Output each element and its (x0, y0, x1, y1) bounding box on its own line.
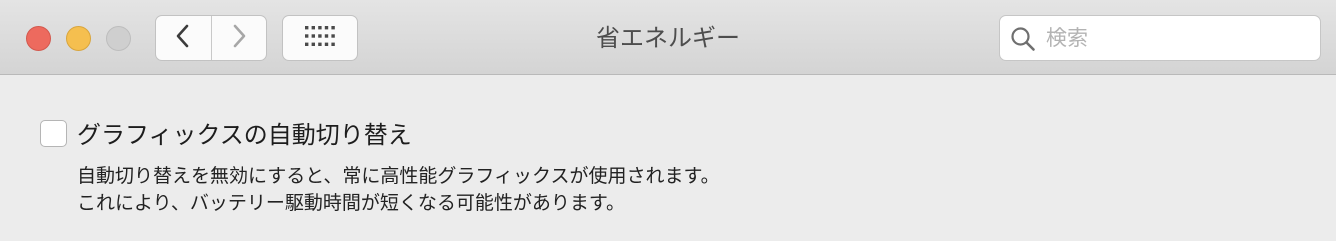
forward-button[interactable] (210, 16, 267, 60)
auto-graphics-switching-description-line1: 自動切り替えを無効にすると、常に高性能グラフィックスが使用されます。 (77, 165, 720, 187)
auto-graphics-switching-description-line2: これにより、バッテリー駆動時間が短くなる可能性があります。 (77, 192, 625, 214)
navigation-buttons (155, 15, 267, 61)
chevron-left-icon (176, 24, 190, 52)
grid-icon (305, 26, 335, 50)
zoom-button (106, 26, 131, 51)
show-all-button[interactable] (282, 15, 358, 61)
search-input[interactable] (1046, 16, 1306, 60)
search-icon (1010, 26, 1036, 52)
auto-graphics-switching-checkbox[interactable] (40, 120, 67, 147)
close-button[interactable] (26, 26, 51, 51)
toolbar: 省エネルギー (0, 0, 1336, 75)
back-button[interactable] (156, 16, 211, 60)
search-field[interactable] (999, 15, 1321, 61)
chevron-right-icon (232, 24, 246, 52)
preferences-window: 省エネルギー グラフィックスの自動切り替え 自動切り替えを無効にすると、常に高性… (0, 0, 1336, 241)
minimize-button[interactable] (66, 26, 91, 51)
energy-saver-pane: グラフィックスの自動切り替え 自動切り替えを無効にすると、常に高性能グラフィック… (0, 75, 1336, 241)
auto-graphics-switching-label[interactable]: グラフィックスの自動切り替え (77, 115, 412, 150)
